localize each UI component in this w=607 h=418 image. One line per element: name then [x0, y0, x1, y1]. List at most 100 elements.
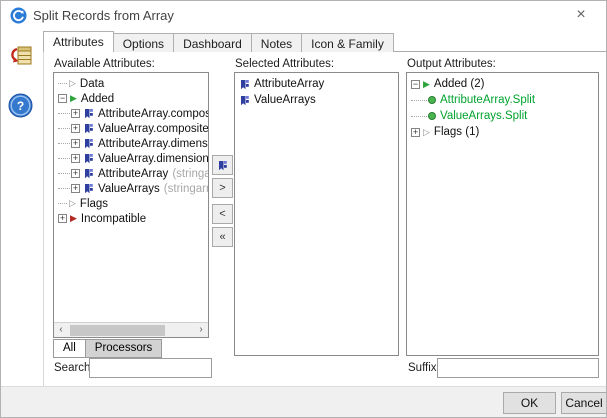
- available-attributes-label: Available Attributes:: [54, 58, 155, 70]
- list-item-label: ValueArrays: [254, 94, 316, 106]
- tree-connector: [58, 203, 67, 204]
- selected-attributes-label: Selected Attributes:: [235, 58, 335, 70]
- ok-button[interactable]: OK: [503, 392, 556, 414]
- output-attributes-panel: − ▶ Added (2) AttributeArray.Split Value…: [406, 72, 599, 356]
- filter-tab-processors[interactable]: Processors: [84, 339, 163, 358]
- collapse-icon[interactable]: −: [411, 79, 420, 89]
- tree-item-label: Incompatible: [80, 212, 147, 225]
- tree-item-attributearray-dimensioned[interactable]: + AttributeArray.dimensioned (stringarra…: [54, 136, 208, 151]
- search-label: Search: [54, 362, 91, 374]
- tree-item-label: Flags (1): [433, 126, 480, 138]
- expand-icon[interactable]: +: [71, 184, 80, 193]
- expand-icon[interactable]: +: [71, 139, 80, 148]
- scroll-left-icon[interactable]: ‹: [54, 323, 68, 338]
- close-icon[interactable]: ×: [570, 5, 592, 25]
- tree-item-label: ValueArrays: [98, 182, 160, 195]
- list-item-label: AttributeArray: [254, 78, 325, 90]
- expand-icon[interactable]: +: [71, 169, 80, 178]
- tree-item-flags-group[interactable]: + ▷ Flags (1): [407, 124, 598, 140]
- expand-icon[interactable]: +: [411, 127, 420, 137]
- tree-item-label: Data: [79, 77, 105, 90]
- added-folder-arrow-icon: ▶: [70, 93, 77, 103]
- expand-icon[interactable]: +: [71, 109, 80, 118]
- cancel-button[interactable]: Cancel: [561, 392, 606, 414]
- search-input[interactable]: [89, 358, 212, 378]
- tree-connector: [58, 143, 70, 144]
- move-right-button[interactable]: >: [212, 178, 233, 198]
- output-attribute-icon: [428, 112, 436, 120]
- horizontal-scrollbar[interactable]: ‹ ›: [54, 322, 208, 337]
- split-records-node-icon: [11, 46, 32, 65]
- incompatible-folder-arrow-icon: ▶: [70, 213, 77, 223]
- tree-item-incompatible[interactable]: + ▶ Incompatible: [54, 211, 208, 226]
- move-all-left-button[interactable]: «: [212, 227, 233, 247]
- tree-item-label: ValueArray.composites: [98, 122, 209, 135]
- tree-item-label: AttributeArray.composites: [98, 107, 208, 120]
- tree-connector: [58, 128, 70, 129]
- selected-attributes-panel: AttributeArray ValueArrays: [234, 72, 399, 356]
- available-attributes-tree: ▷ Data − ▶ Added + AttributeArray.compos…: [54, 73, 208, 226]
- move-left-button[interactable]: <: [212, 204, 233, 224]
- output-attribute-icon: [428, 96, 436, 104]
- tree-item-label: Flags: [79, 197, 109, 210]
- tree-connector: [411, 99, 427, 101]
- folder-arrow-icon: ▷: [69, 78, 76, 88]
- scroll-right-icon[interactable]: ›: [194, 323, 208, 338]
- tab-icon-family[interactable]: Icon & Family: [301, 33, 394, 52]
- tree-item-added-group[interactable]: − ▶ Added (2): [407, 76, 598, 92]
- tree-item-flags[interactable]: ▷ Flags: [54, 196, 208, 211]
- tree-item-data[interactable]: ▷ Data: [54, 76, 208, 91]
- filter-tab-bar: All Processors: [53, 339, 163, 358]
- added-folder-arrow-icon: ▶: [423, 78, 430, 89]
- filter-tab-all[interactable]: All: [53, 339, 86, 358]
- add-attribute-button[interactable]: [212, 155, 233, 175]
- collapse-icon[interactable]: −: [58, 94, 67, 103]
- tree-item-attributearray-split[interactable]: AttributeArray.Split: [407, 92, 598, 108]
- attribute-icon: [219, 160, 227, 170]
- attribute-icon: [241, 79, 249, 89]
- tree-connector: [58, 188, 70, 189]
- expand-icon[interactable]: +: [71, 154, 80, 163]
- tree-connector: [58, 83, 67, 84]
- tree-item-valuearrays[interactable]: + ValueArrays (stringarray): [54, 181, 208, 196]
- tree-item-label: AttributeArray.dimensioned: [98, 137, 209, 150]
- tree-item-label: ValueArrays.Split: [440, 110, 528, 122]
- tab-attributes[interactable]: Attributes: [43, 31, 114, 52]
- suffix-label: Suffix: [408, 362, 437, 374]
- tree-item-valuearrays-split[interactable]: ValueArrays.Split: [407, 108, 598, 124]
- tab-dashboard[interactable]: Dashboard: [173, 33, 252, 52]
- tree-item-attributearray[interactable]: + AttributeArray (stringarray): [54, 166, 208, 181]
- attribute-icon: [85, 124, 93, 134]
- attribute-icon: [85, 154, 93, 164]
- expand-icon[interactable]: +: [71, 124, 80, 133]
- attribute-icon: [85, 139, 93, 149]
- output-attributes-label: Output Attributes:: [407, 58, 496, 70]
- svg-text:?: ?: [17, 99, 24, 113]
- tab-notes[interactable]: Notes: [250, 33, 303, 52]
- attribute-icon: [241, 95, 249, 105]
- expand-icon[interactable]: +: [58, 214, 67, 223]
- tab-options[interactable]: Options: [112, 33, 175, 52]
- attribute-icon: [85, 109, 93, 119]
- tree-item-added[interactable]: − ▶ Added: [54, 91, 208, 106]
- tree-item-valuearray-composites[interactable]: + ValueArray.composites (stringarray): [54, 121, 208, 136]
- output-attributes-tree: − ▶ Added (2) AttributeArray.Split Value…: [407, 73, 598, 140]
- attribute-type-suffix: (stringarray): [172, 167, 208, 180]
- tree-item-attributearray-composites[interactable]: + AttributeArray.composites: [54, 106, 208, 121]
- suffix-input[interactable]: [437, 358, 599, 378]
- attribute-icon: [85, 184, 93, 194]
- help-icon[interactable]: ?: [8, 93, 33, 118]
- scrollbar-thumb[interactable]: [70, 324, 165, 336]
- folder-arrow-icon: ▷: [69, 198, 76, 208]
- page-title: Split Records from Array: [33, 8, 174, 23]
- list-item-attributearray[interactable]: AttributeArray: [235, 76, 398, 92]
- tree-item-label: AttributeArray: [98, 167, 169, 180]
- split-records-dialog: Split Records from Array × ? Attributes …: [0, 0, 607, 418]
- tab-bar: Attributes Options Dashboard Notes Icon …: [43, 31, 394, 52]
- tree-item-valuearray-dimensioned[interactable]: + ValueArray.dimensioned (stringarray): [54, 151, 208, 166]
- list-item-valuearrays[interactable]: ValueArrays: [235, 92, 398, 108]
- tree-item-label: Added: [80, 92, 115, 105]
- folder-arrow-icon: ▷: [423, 126, 430, 137]
- title-bar: Split Records from Array ×: [1, 1, 606, 30]
- tree-connector: [411, 115, 427, 117]
